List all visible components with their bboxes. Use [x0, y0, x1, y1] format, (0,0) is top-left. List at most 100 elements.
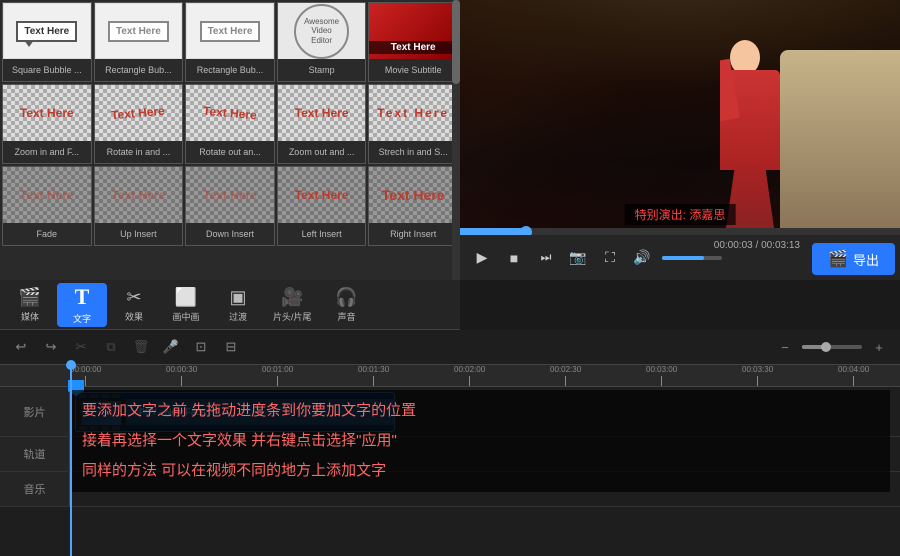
- effect-label-11: Up Insert: [95, 223, 183, 245]
- effects-scrollbar[interactable]: [452, 0, 460, 280]
- tool-audio[interactable]: 🎧 声音: [322, 283, 372, 327]
- zoom-slider-thumb[interactable]: [821, 342, 831, 352]
- record-button[interactable]: 🎤: [160, 336, 182, 358]
- ruler-mark-6: 00:03:00: [646, 365, 677, 386]
- video-preview-panel: 特别演出: 添嘉思 ▶ ■ ⏭ 📷 ⛶ 🔊 00:00:03 / 00:03:1…: [460, 0, 900, 280]
- detach-button-2[interactable]: ⊟: [220, 336, 242, 358]
- effect-label-13: Left Insert: [278, 223, 366, 245]
- export-button[interactable]: 🎬 导出: [812, 243, 895, 275]
- effect-text-13: Text Here: [295, 188, 349, 202]
- bottom-toolbar: 🎬 媒体 T 文字 ✂ 效果 ⬜ 画中画 ▣ 过渡 🎥 片头/片尾 🎧 声音: [0, 280, 460, 330]
- instruction-overlay: 要添加文字之前 先拖动进度条到你要加文字的位置 接着再选择一个文字效果 并右键点…: [70, 390, 890, 492]
- zoom-out-btn[interactable]: −: [774, 336, 796, 358]
- effect-left-insert[interactable]: Text Here Left Insert: [277, 166, 367, 246]
- track-film-label: 影片: [0, 387, 70, 436]
- effect-label-2: Rectangle Bub...: [186, 59, 274, 81]
- next-frame-button[interactable]: ⏭: [534, 246, 558, 270]
- playhead-marker: [66, 360, 76, 370]
- tool-opening[interactable]: 🎥 片头/片尾: [265, 283, 320, 327]
- effect-text-14: Text Here: [382, 187, 445, 203]
- text-label: 文字: [73, 312, 91, 325]
- cut-button[interactable]: ✂: [70, 336, 92, 358]
- effect-zoom-out[interactable]: Text Here Zoom out and ...: [277, 84, 367, 164]
- effect-rotate-out[interactable]: Text Here Rotate out an...: [185, 84, 275, 164]
- tool-picture[interactable]: ⬜ 画中画: [161, 283, 211, 327]
- volume-button[interactable]: 🔊: [630, 246, 654, 270]
- instruction-line1: 要添加文字之前 先拖动进度条到你要加文字的位置: [82, 396, 878, 426]
- text-icon: T: [75, 284, 90, 310]
- instruction-line3: 同样的方法 可以在视频不同的地方上添加文字: [82, 456, 878, 486]
- volume-bar[interactable]: [662, 256, 722, 260]
- zoom-slider[interactable]: [802, 345, 862, 349]
- effect-label-0: Square Bubble ...: [3, 59, 91, 81]
- effect-stamp[interactable]: AwesomeVideoEditor Stamp: [277, 2, 367, 82]
- effect-fade[interactable]: Text Here Fade: [2, 166, 92, 246]
- time-display: 00:00:03 / 00:03:13: [714, 240, 800, 251]
- effect-text-0: Text Here: [24, 26, 69, 37]
- timeline-actions: ↩ ↪ ✂ ⧉ 🗑 🎤 ⊡ ⊟ − +: [0, 330, 900, 365]
- scrollbar-thumb[interactable]: [452, 0, 460, 84]
- effect-text-4: Text Here: [391, 42, 436, 53]
- effect-text-6: Text Here: [111, 104, 166, 123]
- effects-icon: ✂: [126, 287, 141, 308]
- copy-button[interactable]: ⧉: [100, 336, 122, 358]
- effect-rect-bubble-1[interactable]: Text Here Rectangle Bub...: [94, 2, 184, 82]
- undo-button[interactable]: ↩: [10, 336, 32, 358]
- effect-down-insert[interactable]: Text Here Down Insert: [185, 166, 275, 246]
- play-button[interactable]: ▶: [470, 246, 494, 270]
- ruler-mark-2: 00:01:00: [262, 365, 293, 386]
- stop-button[interactable]: ■: [502, 246, 526, 270]
- effect-movie-subtitle[interactable]: Text Here Movie Subtitle: [368, 2, 458, 82]
- picture-icon: ⬜: [175, 287, 197, 308]
- opening-icon: 🎥: [281, 287, 303, 308]
- effect-text-11: Text Here: [111, 188, 165, 202]
- fullscreen-button[interactable]: ⛶: [598, 246, 622, 270]
- ruler-mark-1: 00:00:30: [166, 365, 197, 386]
- effect-label-8: Zoom out and ...: [278, 141, 366, 163]
- effect-right-insert[interactable]: Text Here Right Insert: [368, 166, 458, 246]
- volume-fill: [662, 256, 704, 260]
- car-door: [780, 50, 900, 230]
- transition-label: 过渡: [229, 310, 247, 323]
- playhead[interactable]: [70, 365, 72, 556]
- effect-text-8: Text Here: [295, 106, 349, 120]
- effect-rotate-in[interactable]: Text Here Rotate in and ...: [94, 84, 184, 164]
- track-overlay-label: 轨道: [0, 437, 70, 471]
- delete-button[interactable]: 🗑: [130, 336, 152, 358]
- zoom-controls: − +: [774, 336, 890, 358]
- tool-media[interactable]: 🎬 媒体: [5, 283, 55, 327]
- media-icon: 🎬: [19, 287, 41, 308]
- media-label: 媒体: [21, 310, 39, 323]
- ruler-mark-3: 00:01:30: [358, 365, 389, 386]
- tool-text[interactable]: T 文字: [57, 283, 107, 327]
- effects-grid: Text Here Square Bubble ... Text Here Re…: [0, 0, 460, 248]
- effect-square-bubble[interactable]: Text Here Square Bubble ...: [2, 2, 92, 82]
- ruler-mark-7: 00:03:30: [742, 365, 773, 386]
- effects-panel: Text Here Square Bubble ... Text Here Re…: [0, 0, 460, 280]
- audio-icon: 🎧: [335, 287, 357, 308]
- track-music-label: 音乐: [0, 472, 70, 506]
- effect-label-4: Movie Subtitle: [369, 59, 457, 81]
- detach-button[interactable]: ⊡: [190, 336, 212, 358]
- effect-zoom-in[interactable]: Text Here Zoom in and F...: [2, 84, 92, 164]
- ruler-mark-8: 00:04:00: [838, 365, 869, 386]
- effect-rect-bubble-2[interactable]: Text Here Rectangle Bub...: [185, 2, 275, 82]
- video-controls: ▶ ■ ⏭ 📷 ⛶ 🔊 00:00:03 / 00:03:13 🎬 导出: [460, 235, 900, 280]
- effect-label-9: Strech in and S...: [369, 141, 457, 163]
- current-time: 00:00:03: [714, 240, 753, 251]
- screenshot-button[interactable]: 📷: [566, 246, 590, 270]
- effect-text-2: Text Here: [208, 26, 253, 37]
- effect-label-6: Rotate in and ...: [95, 141, 183, 163]
- timeline-ruler: 00:00:00 00:00:30 00:01:00 00:01:30 00:0…: [0, 365, 900, 387]
- effect-up-insert[interactable]: Text Here Up Insert: [94, 166, 184, 246]
- transition-icon: ▣: [229, 287, 246, 308]
- tool-effects[interactable]: ✂ 效果: [109, 283, 159, 327]
- redo-button[interactable]: ↪: [40, 336, 62, 358]
- effect-stretch[interactable]: Text Here Strech in and S...: [368, 84, 458, 164]
- effect-label-14: Right Insert: [369, 223, 457, 245]
- effects-label: 效果: [125, 310, 143, 323]
- zoom-in-btn[interactable]: +: [868, 336, 890, 358]
- effect-label-12: Down Insert: [186, 223, 274, 245]
- effect-label-3: Stamp: [278, 59, 366, 81]
- tool-transition[interactable]: ▣ 过渡: [213, 283, 263, 327]
